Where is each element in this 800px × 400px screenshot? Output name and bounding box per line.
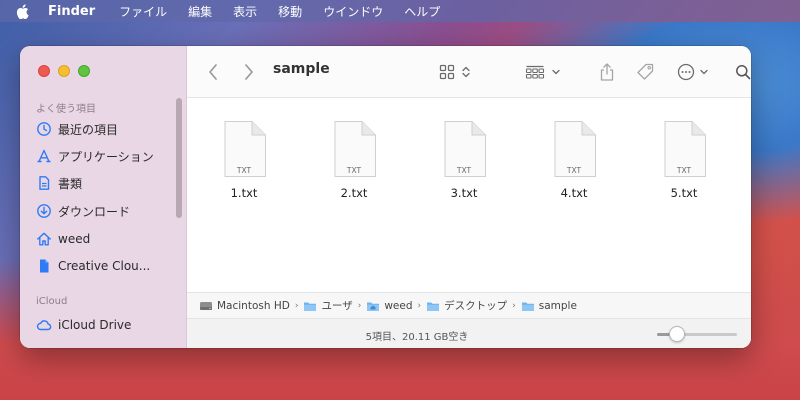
file-name: 1.txt — [230, 186, 258, 200]
search-button[interactable] — [735, 60, 751, 84]
up-down-chevron-icon — [462, 66, 470, 78]
path-segment-sample[interactable]: sample — [521, 300, 577, 312]
group-button[interactable] — [525, 60, 561, 84]
sidebar-item-label: 最近の項目 — [58, 122, 119, 137]
apple-menu-icon[interactable] — [12, 3, 32, 19]
path-segment-label: ユーザ — [321, 300, 353, 312]
chevron-down-icon — [552, 69, 560, 75]
file-name: 3.txt — [450, 186, 478, 200]
file-type-badge: TXT — [676, 166, 692, 175]
file-item[interactable]: TXT 1.txt — [204, 120, 284, 200]
close-button[interactable] — [38, 65, 50, 77]
menu-file[interactable]: ファイル — [119, 3, 167, 20]
home-icon — [37, 232, 51, 246]
main-pane: sample TXT 1.txt TXT 2.txt TXT 3.txt TXT… — [187, 46, 751, 348]
group-icon — [525, 65, 545, 79]
path-segment-label: sample — [538, 299, 577, 312]
path-segment-macintosh-hd[interactable]: Macintosh HD — [199, 300, 290, 312]
sidebar-item-label: Creative Clou... — [58, 259, 151, 273]
file-item[interactable]: TXT 5.txt — [644, 120, 724, 200]
sidebar-item-label: ダウンロード — [58, 204, 131, 219]
grid-view-icon — [439, 64, 455, 80]
share-button[interactable] — [599, 60, 615, 84]
clock-icon — [37, 122, 51, 136]
status-bar: 5項目、20.11 GB空き — [187, 318, 751, 348]
folder-icon — [427, 302, 440, 311]
creative-cloud-file-icon — [40, 259, 49, 273]
sidebar-item-label: アプリケーション — [58, 149, 154, 164]
folder-icon — [521, 302, 534, 311]
toolbar: sample — [187, 46, 751, 98]
view-mode-button[interactable] — [439, 60, 471, 84]
sidebar-item-label: weed — [58, 232, 91, 246]
sidebar-item-downloads[interactable]: ダウンロード — [36, 201, 130, 221]
tag-icon — [637, 63, 654, 80]
window-title: sample — [273, 61, 330, 77]
sidebar-item-icloud-drive[interactable]: iCloud Drive — [36, 315, 131, 335]
menu-edit[interactable]: 編集 — [188, 3, 212, 20]
menu-bar: Finder ファイル 編集 表示 移動 ウインドウ ヘルプ — [0, 0, 800, 22]
path-separator: › — [294, 300, 299, 311]
file-type-badge: TXT — [236, 166, 252, 175]
status-text: 5項目、20.11 GB空き — [365, 332, 469, 343]
file-type-badge: TXT — [346, 166, 362, 175]
path-segment-desktop[interactable]: デスクトップ — [426, 298, 507, 313]
tag-button[interactable] — [635, 60, 655, 84]
sidebar-scrollbar[interactable] — [176, 98, 182, 218]
sidebar: よく使う項目 最近の項目 アプリケーション 書類 ダウンロード weed Cre… — [20, 46, 187, 348]
window-controls — [38, 65, 90, 77]
sidebar-item-label: 書類 — [58, 176, 83, 191]
sidebar-item-applications[interactable]: アプリケーション — [36, 146, 154, 166]
finder-window: よく使う項目 最近の項目 アプリケーション 書類 ダウンロード weed Cre… — [20, 46, 751, 348]
sidebar-item-creative-cloud[interactable]: Creative Clou... — [36, 256, 150, 276]
file-item[interactable]: TXT 3.txt — [424, 120, 504, 200]
sidebar-item-label: iCloud Drive — [58, 318, 132, 332]
menu-go[interactable]: 移動 — [278, 3, 302, 20]
minimize-button[interactable] — [58, 65, 70, 77]
path-segment-home[interactable]: weed — [366, 299, 413, 312]
file-name: 5.txt — [670, 186, 698, 200]
home-folder-icon — [367, 302, 380, 311]
share-icon — [600, 63, 614, 81]
menu-window[interactable]: ウインドウ — [323, 3, 383, 20]
menu-help[interactable]: ヘルプ — [404, 3, 440, 20]
file-item[interactable]: TXT 2.txt — [314, 120, 394, 200]
file-name: 4.txt — [560, 186, 588, 200]
zoom-button[interactable] — [78, 65, 90, 77]
menu-view[interactable]: 表示 — [233, 3, 257, 20]
apps-icon — [37, 149, 51, 163]
sidebar-item-recents[interactable]: 最近の項目 — [36, 119, 118, 139]
file-type-badge: TXT — [456, 166, 472, 175]
document-icon — [39, 176, 50, 190]
download-icon — [37, 204, 51, 218]
chevron-right-icon — [245, 64, 253, 80]
cloud-icon — [36, 320, 52, 331]
path-separator: › — [512, 300, 516, 311]
path-bar: Macintosh HD › ユーザ › weed › デスクトップ › sam… — [187, 292, 751, 318]
sidebar-section-favorites: よく使う項目 — [36, 104, 96, 115]
hard-drive-icon — [200, 301, 212, 310]
file-item[interactable]: TXT 4.txt — [534, 120, 614, 200]
path-segment-label: Macintosh HD — [217, 299, 290, 312]
menu-app-name[interactable]: Finder — [48, 4, 95, 19]
folder-icon — [304, 302, 317, 311]
more-actions-button[interactable] — [677, 60, 709, 84]
file-name: 2.txt — [340, 186, 368, 200]
forward-button[interactable] — [243, 60, 255, 84]
path-separator: › — [417, 300, 422, 311]
file-type-badge: TXT — [566, 166, 582, 175]
search-icon — [736, 65, 751, 80]
path-segment-label: デスクトップ — [444, 300, 508, 312]
sidebar-item-documents[interactable]: 書類 — [36, 173, 82, 193]
icon-size-slider-knob[interactable] — [669, 326, 685, 342]
path-separator: › — [357, 300, 362, 311]
path-segment-users[interactable]: ユーザ — [303, 298, 353, 313]
path-segment-label: weed — [384, 299, 413, 312]
ellipsis-circle-icon — [677, 63, 695, 81]
sidebar-section-icloud: iCloud — [36, 296, 68, 307]
back-button[interactable] — [207, 60, 219, 84]
chevron-left-icon — [209, 64, 217, 80]
sidebar-item-home[interactable]: weed — [36, 229, 90, 249]
chevron-down-icon — [700, 69, 708, 75]
